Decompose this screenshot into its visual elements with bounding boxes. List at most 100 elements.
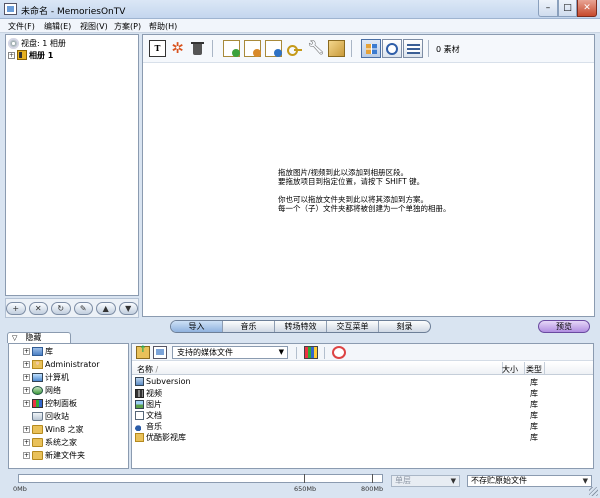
- menu-scheme[interactable]: 方案(P): [114, 21, 141, 32]
- network-icon: [32, 385, 43, 395]
- music-icon: [135, 422, 144, 431]
- folder-tree-item[interactable]: + 库: [23, 345, 53, 357]
- tab-music[interactable]: 音乐: [223, 321, 275, 332]
- edit-album-button[interactable]: ✎: [73, 302, 93, 315]
- close-button[interactable]: ✕: [577, 0, 597, 17]
- key-icon[interactable]: [286, 40, 303, 57]
- resize-grip[interactable]: [589, 487, 598, 496]
- file-browser-toolbar: 支持的媒体文件 ▼: [132, 344, 593, 361]
- expand-icon[interactable]: +: [23, 425, 30, 433]
- file-row[interactable]: 音乐 库: [132, 421, 593, 432]
- menu-file[interactable]: 文件(F): [8, 21, 35, 32]
- file-type: 库: [530, 400, 538, 409]
- add-text-icon[interactable]: T: [149, 40, 166, 57]
- folder-tree-item[interactable]: 回收站: [23, 410, 69, 422]
- album-label: 相册 1: [29, 50, 54, 60]
- file-browser[interactable]: 支持的媒体文件 ▼ 名称 / 大小 类型 Subversion 库 视频 库 图…: [131, 343, 594, 469]
- trash-icon[interactable]: [189, 40, 206, 57]
- file-row[interactable]: 图片 库: [132, 399, 593, 410]
- tab-interactive-menu[interactable]: 交互菜单: [327, 321, 379, 332]
- folder-icon: [32, 424, 43, 434]
- expand-icon[interactable]: +: [23, 373, 30, 381]
- album-tree-tools: + ✕ ↻ ✎ ▲ ▼: [5, 298, 139, 318]
- menu-bar: 文件(F) 编辑(E) 视图(V) 方案(P) 帮助(H): [0, 19, 600, 33]
- album-node[interactable]: + 相册 1: [8, 49, 53, 61]
- add-file-icon[interactable]: [223, 40, 240, 57]
- disc-node[interactable]: 视盘: 1 相册: [8, 37, 66, 49]
- tab-transitions[interactable]: 转场特效: [275, 321, 327, 332]
- folder-tree-item[interactable]: + 计算机: [23, 371, 69, 383]
- image-file-icon[interactable]: [244, 40, 261, 57]
- expand-icon[interactable]: +: [23, 386, 30, 394]
- gear-icon[interactable]: ✲: [169, 40, 186, 57]
- refresh-button[interactable]: ↻: [51, 302, 71, 315]
- thumbnail-view-button[interactable]: [361, 39, 381, 58]
- expand-icon[interactable]: +: [23, 347, 30, 355]
- disc-capacity-meter: [18, 474, 383, 483]
- window-title: 未命名 - MemoriesOnTV: [21, 7, 126, 17]
- move-up-button[interactable]: ▲: [96, 302, 116, 315]
- capacity-label-650: 650Mb: [294, 485, 317, 493]
- folder-tree-item[interactable]: + Administrator: [23, 358, 100, 370]
- box-icon[interactable]: [328, 40, 345, 57]
- disc-layer-select[interactable]: 单层 ▼: [391, 475, 460, 487]
- album-tree[interactable]: 视盘: 1 相册 + 相册 1: [5, 34, 139, 296]
- expand-icon[interactable]: +: [23, 399, 30, 407]
- file-type: 库: [530, 389, 538, 398]
- list-view-button[interactable]: [403, 39, 423, 58]
- expand-icon[interactable]: +: [23, 360, 30, 368]
- menu-view[interactable]: 视图(V): [80, 21, 108, 32]
- preview-button[interactable]: 预览: [538, 320, 590, 333]
- menu-help[interactable]: 帮助(H): [149, 21, 177, 32]
- hide-panel-tab[interactable]: ▽ 隐藏: [7, 332, 71, 343]
- column-size[interactable]: 大小: [472, 364, 522, 375]
- tab-burn[interactable]: 刻录: [379, 321, 430, 332]
- move-down-button[interactable]: ▼: [118, 302, 138, 315]
- maximize-button[interactable]: □: [558, 0, 577, 17]
- file-type-filter[interactable]: 支持的媒体文件 ▼: [172, 346, 288, 359]
- delete-album-button[interactable]: ✕: [28, 302, 48, 315]
- folder-tree-item[interactable]: + 网络: [23, 384, 61, 396]
- column-name[interactable]: 名称 /: [137, 364, 158, 375]
- control-panel-icon: [32, 398, 43, 408]
- tab-import[interactable]: 导入: [171, 321, 223, 332]
- capacity-tick: [372, 474, 373, 483]
- column-type[interactable]: 类型: [526, 364, 542, 375]
- file-row[interactable]: 文档 库: [132, 410, 593, 421]
- folder-tree[interactable]: + 库 + Administrator + 计算机 + 网络 + 控制面板 回收…: [8, 343, 129, 469]
- file-type: 库: [530, 433, 538, 442]
- hide-tab-label: 隐藏: [25, 333, 42, 342]
- clock-icon: [386, 43, 398, 55]
- file-name: Subversion: [146, 377, 191, 386]
- drop-hint-line: 拖放图片/视频到此以添加到相册区段。: [278, 168, 409, 177]
- album-content-panel[interactable]: T ✲ 🔧︎ 0 素材 拖放图片/视频到此以添加到相册区段。 要拖放项目到指定位…: [142, 34, 595, 317]
- folder-tree-item[interactable]: + 新建文件夹: [23, 449, 85, 461]
- wrench-icon[interactable]: 🔧︎: [307, 40, 325, 57]
- chevron-down-icon: ▼: [278, 348, 284, 356]
- up-folder-icon[interactable]: [136, 345, 150, 359]
- file-settings-icon[interactable]: [265, 40, 282, 57]
- folder-tree-item[interactable]: + 控制面板: [23, 397, 77, 409]
- add-album-button[interactable]: +: [6, 302, 26, 315]
- file-type: 库: [530, 422, 538, 431]
- keep-original-select[interactable]: 不存贮原始文件 ▼: [467, 475, 592, 487]
- folder-tree-label: 网络: [45, 385, 61, 395]
- folder-tree-item[interactable]: + Win8 之家: [23, 423, 84, 435]
- timeline-view-button[interactable]: [382, 39, 402, 58]
- thumbnail-toggle-icon[interactable]: [304, 346, 318, 359]
- chevron-down-icon: ▼: [582, 477, 588, 485]
- folder-tree-label: 控制面板: [45, 398, 77, 408]
- folder-tree-item[interactable]: + 系统之家: [23, 436, 77, 448]
- file-row[interactable]: 视频 库: [132, 388, 593, 399]
- expand-icon[interactable]: +: [23, 438, 30, 446]
- sync-icon[interactable]: [332, 346, 346, 359]
- desktop-icon[interactable]: [153, 346, 167, 359]
- file-row[interactable]: 优酷影视库 库: [132, 432, 593, 443]
- toolbar-separator: [324, 347, 325, 359]
- minimize-button[interactable]: –: [538, 0, 558, 17]
- keep-original-value: 不存贮原始文件: [471, 476, 527, 485]
- expand-icon[interactable]: +: [23, 451, 30, 459]
- menu-edit[interactable]: 编辑(E): [44, 21, 71, 32]
- expand-icon[interactable]: +: [8, 51, 15, 59]
- file-row[interactable]: Subversion 库: [132, 377, 593, 388]
